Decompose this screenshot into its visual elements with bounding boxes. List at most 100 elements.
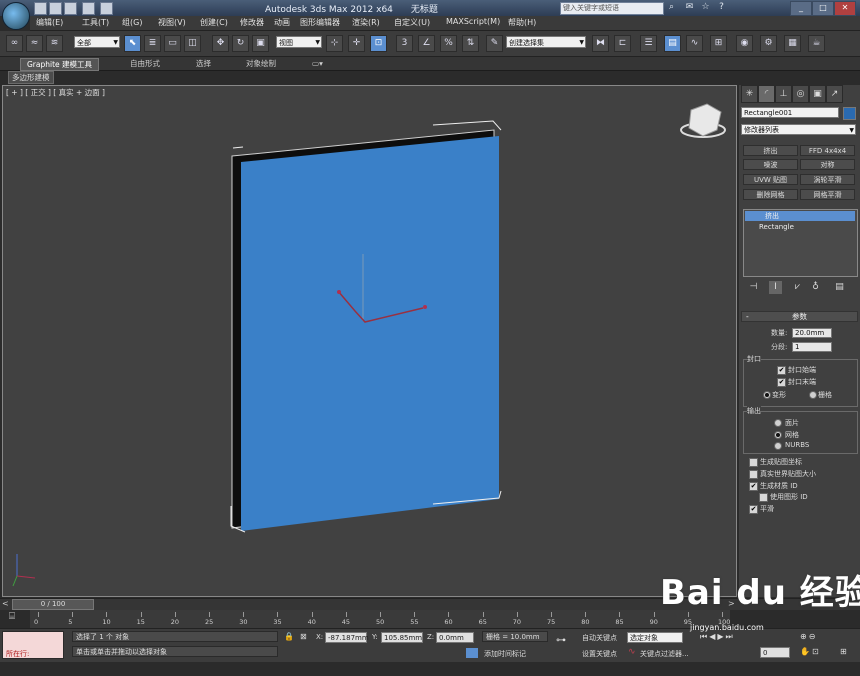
smooth-checkbox[interactable]: ✔ [749,505,758,514]
minimize-button[interactable]: _ [790,1,812,16]
real-world-checkbox[interactable] [749,470,758,479]
select-manipulate-icon[interactable]: ✛ [348,35,365,52]
communication-icon[interactable]: ✉ [684,2,695,13]
modifier-uvw-button[interactable]: UVW 贴图 [743,174,798,185]
maximize-viewport-icon[interactable]: ⊞ [840,647,847,656]
hierarchy-tab-icon[interactable]: ⊥ [775,85,792,103]
viewport-label[interactable]: [ + ] [ 正交 ] [ 真实 + 边面 ] [6,87,105,98]
bind-space-warp-icon[interactable]: ≋ [46,35,63,52]
mirror-icon[interactable]: ⧓ [592,35,609,52]
material-editor-icon[interactable]: ◉ [736,35,753,52]
auto-key-label[interactable]: 自动关键点 [582,633,617,643]
move-icon[interactable]: ✥ [212,35,229,52]
viewcube-icon[interactable] [680,103,726,138]
mini-curve-editor-icon[interactable]: ⌸ [4,611,20,625]
menu-create[interactable]: 创建(C) [200,17,228,28]
segments-spinner[interactable]: 1 [792,342,832,352]
zoom-icon[interactable]: ⊕⊖ [800,632,817,641]
playback-controls[interactable]: ⏮◀▶⏭ [700,632,735,642]
z-coordinate-input[interactable]: 0.0mm [436,632,474,643]
menu-graph-editors[interactable]: 图形编辑器 [300,17,340,28]
maxscript-listener[interactable]: 所在行: [2,631,64,659]
menu-tools[interactable]: 工具(T) [82,17,109,28]
open-file-icon[interactable] [49,2,62,15]
maximize-button[interactable]: □ [812,1,834,16]
schematic-view-icon[interactable]: ⊞ [710,35,727,52]
pin-stack-icon[interactable]: ⊣ [747,281,760,294]
percent-snap-icon[interactable]: % [440,35,457,52]
rendered-frame-icon[interactable]: ▦ [784,35,801,52]
close-button[interactable]: ✕ [834,1,856,16]
redo-icon[interactable] [100,2,113,15]
prev-frame-icon[interactable]: < [2,599,9,608]
cap-start-checkbox[interactable]: ✔ [777,366,786,375]
menu-customize[interactable]: 自定义(U) [394,17,430,28]
time-slider-thumb[interactable]: 0 / 100 [12,599,94,610]
add-time-tag[interactable]: 添加时间标记 [484,649,526,659]
tab-object-paint[interactable]: 对象绘制 [240,58,282,69]
object-color-swatch[interactable] [843,107,856,120]
box-front-face[interactable] [241,136,499,531]
make-unique-icon[interactable]: ⩗ [791,281,804,294]
gen-mat-ids-checkbox[interactable]: ✔ [749,482,758,491]
select-by-name-icon[interactable]: ≣ [144,35,161,52]
utilities-tab-icon[interactable]: ↗ [826,85,843,103]
undo-icon[interactable] [82,2,95,15]
modifier-meshsmooth-button[interactable]: 网格平滑 [800,189,855,200]
selection-filter-dropdown[interactable]: 全部 ▼ [74,36,120,48]
rotate-icon[interactable]: ↻ [232,35,249,52]
modifier-list-dropdown[interactable]: 修改器列表 ▼ [741,124,856,135]
render-setup-icon[interactable]: ⚙ [760,35,777,52]
ribbon-polygon-modeling[interactable]: 多边形建模 [8,71,54,84]
named-selection-dropdown[interactable]: 创建选择集 ▼ [506,36,586,48]
create-tab-icon[interactable]: ✳ [741,85,758,103]
reference-coord-dropdown[interactable]: 视图 ▼ [276,36,322,48]
mesh-radio[interactable] [774,431,782,439]
display-tab-icon[interactable]: ▣ [809,85,826,103]
window-crossing-icon[interactable]: ◫ [184,35,201,52]
use-shape-ids-checkbox[interactable] [759,493,768,502]
search-binoculars-icon[interactable]: ⌕ [666,2,677,13]
menu-edit[interactable]: 编辑(E) [36,17,63,28]
stack-item-rectangle[interactable]: Rectangle [745,222,855,232]
patch-radio[interactable] [774,419,782,427]
amount-spinner[interactable]: 20.0mm [792,328,832,338]
lock-selection-icon[interactable]: 🔒 [284,632,294,641]
menu-help[interactable]: 帮助(H) [508,17,536,28]
rectangular-selection-icon[interactable]: ▭ [164,35,181,52]
menu-modifiers[interactable]: 修改器 [240,17,264,28]
modifier-symmetry-button[interactable]: 对称 [800,159,855,170]
y-coordinate-input[interactable]: 105.85mm [381,632,423,643]
angle-snap-icon[interactable]: ∠ [418,35,435,52]
motion-tab-icon[interactable]: ◎ [792,85,809,103]
grid-radio[interactable] [809,391,817,399]
cap-end-checkbox[interactable]: ✔ [777,378,786,387]
pivot-center-icon[interactable]: ⊹ [326,35,343,52]
keyboard-shortcut-override-icon[interactable]: ⊡ [370,35,387,52]
show-end-result-icon[interactable]: Ⅰ [769,281,782,294]
perspective-viewport[interactable] [2,85,737,597]
gen-map-coords-checkbox[interactable] [749,458,758,467]
object-name-field[interactable]: Rectangle001 [741,107,839,118]
help-icon[interactable]: ? [716,2,727,13]
menu-view[interactable]: 视图(V) [158,17,186,28]
unlink-icon[interactable]: ≈ [26,35,43,52]
render-production-icon[interactable]: ☕ [808,35,825,52]
tab-selection[interactable]: 选择 [190,58,217,69]
app-logo-icon[interactable] [2,2,30,30]
menu-rendering[interactable]: 渲染(R) [352,17,380,28]
link-icon[interactable]: ∞ [6,35,23,52]
save-file-icon[interactable] [64,2,77,15]
modify-tab-icon[interactable]: ◜ [758,85,775,103]
curve-editor-icon[interactable]: ∿ [686,35,703,52]
pan-icon[interactable]: ✋⊡ [800,647,821,656]
new-file-icon[interactable] [34,2,47,15]
ribbon-options-icon[interactable]: ▭▾ [306,58,329,69]
configure-sets-icon[interactable]: ▤ [833,281,846,294]
key-selection-dropdown[interactable]: 选定对象 [627,632,683,643]
favorites-icon[interactable]: ☆ [700,2,711,13]
time-tag-icon[interactable] [466,648,478,658]
modifier-noise-button[interactable]: 噪波 [743,159,798,170]
modifier-ffd-button[interactable]: FFD 4x4x4 [800,145,855,156]
tab-graphite-modeling[interactable]: Graphite 建模工具 [20,58,100,71]
